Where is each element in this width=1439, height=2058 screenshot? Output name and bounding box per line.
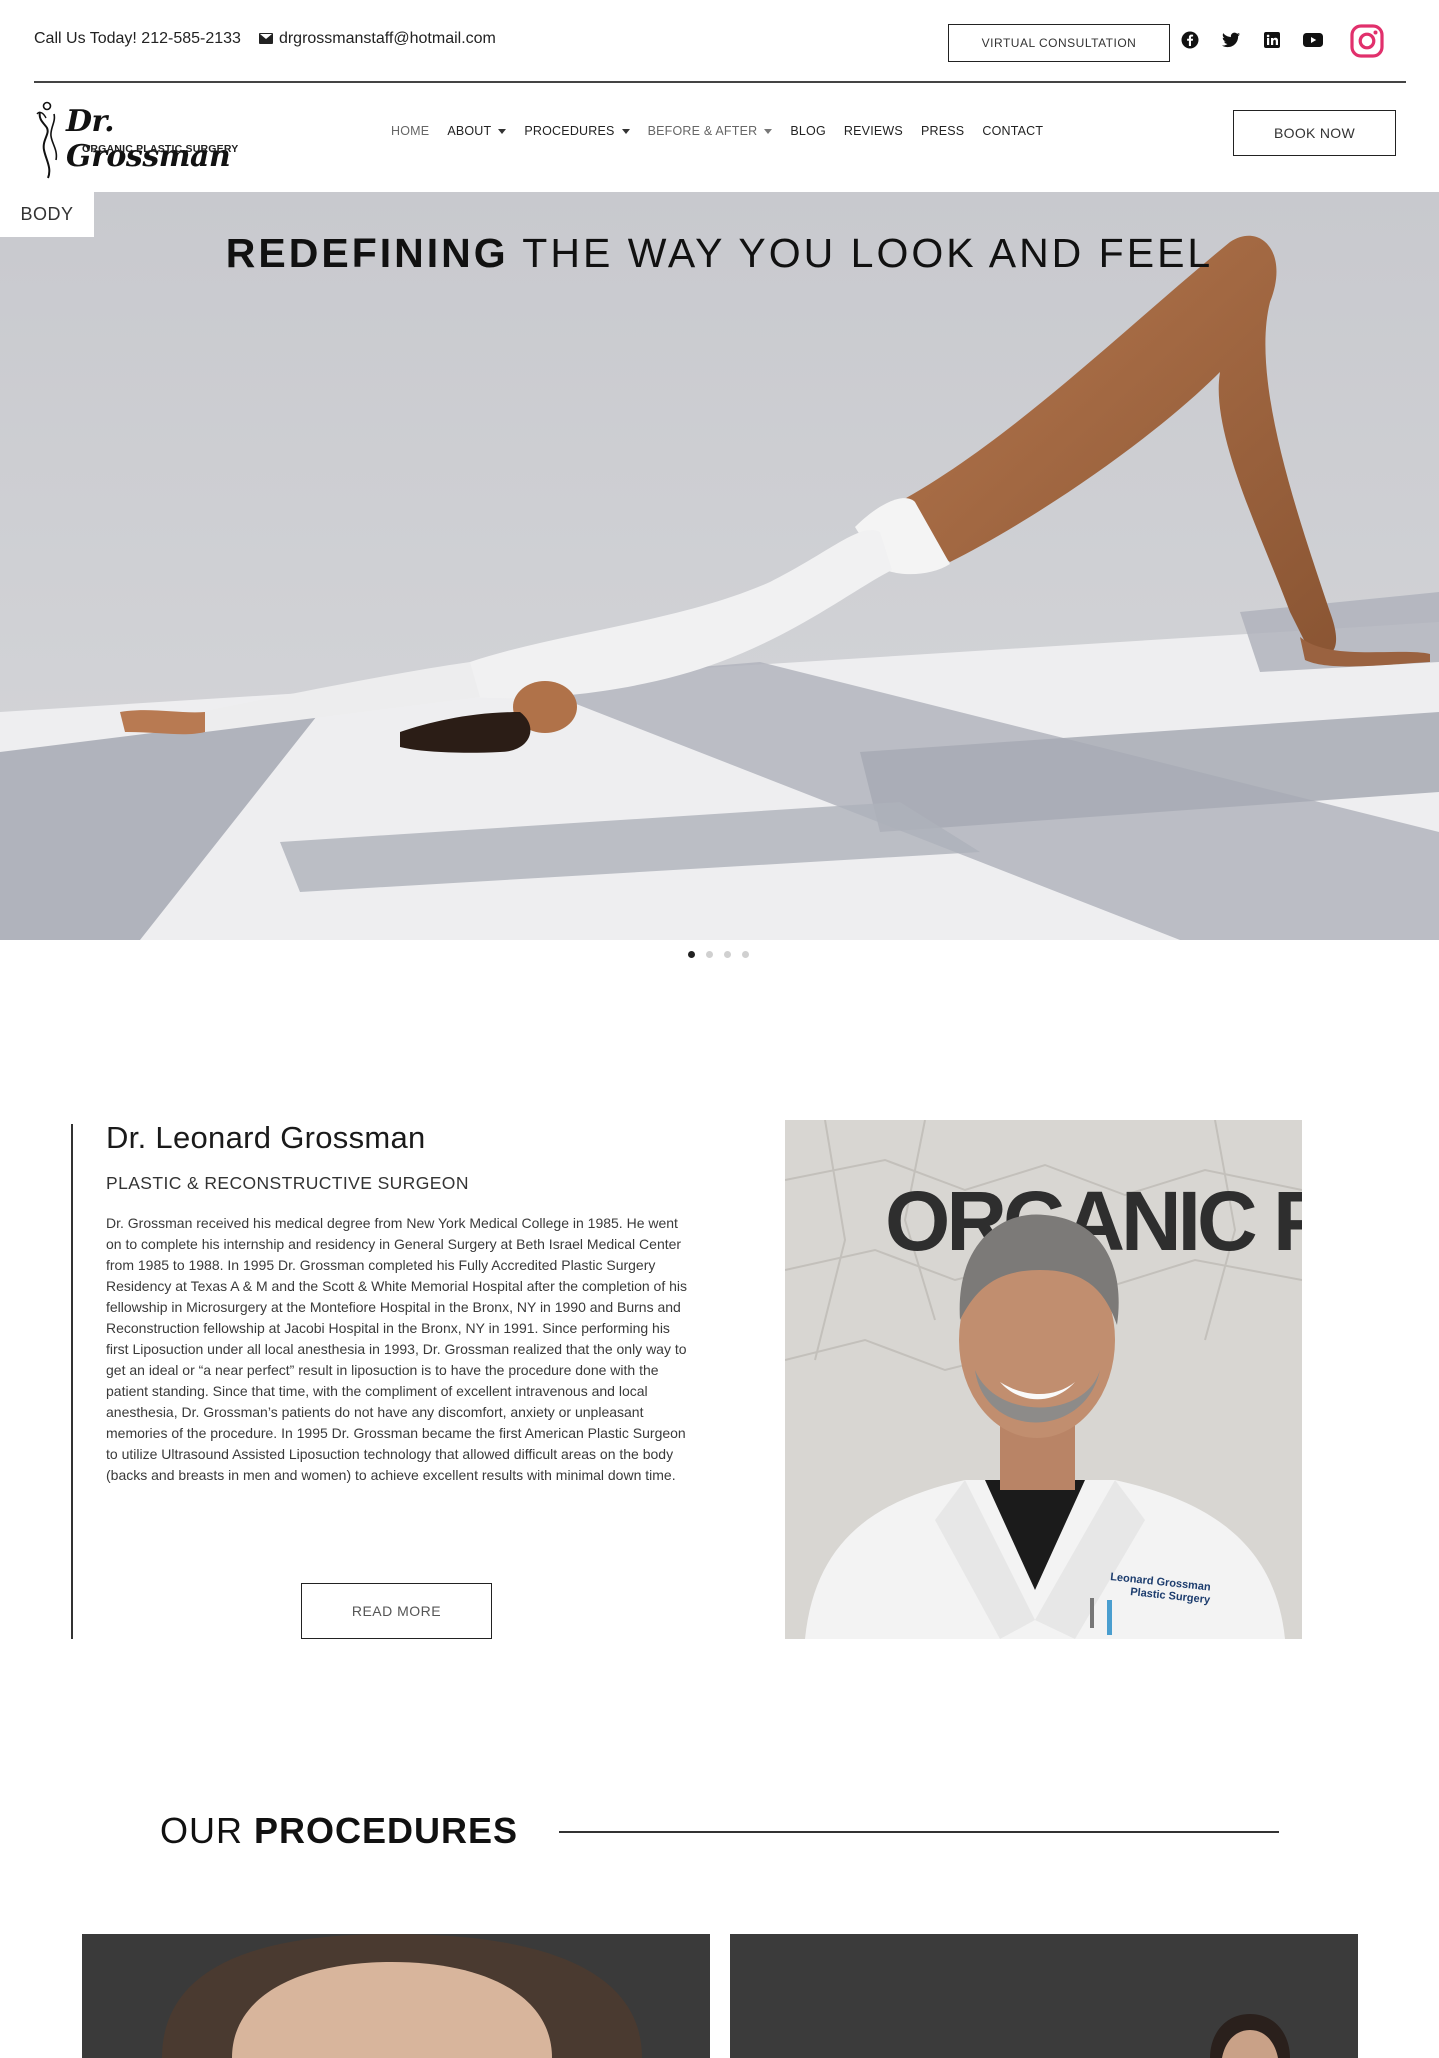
nav-about[interactable]: ABOUT	[447, 124, 507, 138]
nav-procedures[interactable]: PROCEDURES	[524, 124, 630, 138]
slider-dots	[688, 951, 749, 958]
main-nav: HOME ABOUT PROCEDURES BEFORE & AFTER BLO…	[391, 124, 1061, 138]
hero-image	[0, 192, 1439, 940]
nav-contact[interactable]: CONTACT	[982, 124, 1043, 138]
slider-dot[interactable]	[742, 951, 749, 958]
phone-link[interactable]: Call Us Today! 212-585-2133	[34, 30, 241, 48]
procedure-card[interactable]	[730, 1934, 1358, 2058]
nav-home[interactable]: HOME	[391, 124, 429, 138]
nav-procedures-label: PROCEDURES	[524, 124, 615, 138]
top-bar: Call Us Today! 212-585-2133 drgrossmanst…	[0, 0, 1439, 83]
doctor-role: PLASTIC & RECONSTRUCTIVE SURGEON	[106, 1173, 469, 1193]
hero-slider[interactable]: REDEFINING THE WAY YOU LOOK AND FEEL	[0, 192, 1439, 940]
figure-logo-icon	[36, 101, 58, 179]
nav-blog-label: BLOG	[790, 124, 826, 138]
doctor-photo: ORGANIC PLA Leonard Grossman Plastic Sur…	[785, 1120, 1302, 1639]
hero-title-bold: REDEFINING	[225, 230, 509, 276]
virtual-consultation-button[interactable]: VIRTUAL CONSULTATION	[948, 24, 1170, 62]
envelope-icon	[258, 33, 273, 45]
instagram-icon[interactable]	[1350, 24, 1384, 58]
hero-title: REDEFINING THE WAY YOU LOOK AND FEEL	[0, 230, 1439, 277]
main-header: Dr. Grossman ORGANIC PLASTIC SURGERY HOM…	[0, 82, 1439, 192]
nav-home-label: HOME	[391, 124, 430, 138]
nav-before-after[interactable]: BEFORE & AFTER	[648, 124, 773, 138]
book-now-button[interactable]: BOOK NOW	[1233, 110, 1396, 156]
bio-divider	[71, 1124, 73, 1639]
nav-reviews-label: REVIEWS	[843, 124, 903, 138]
doctor-name: Dr. Leonard Grossman	[106, 1120, 426, 1155]
procedure-image	[82, 1934, 710, 2058]
nav-reviews[interactable]: REVIEWS	[844, 124, 903, 138]
nav-blog[interactable]: BLOG	[790, 124, 826, 138]
logo-subtitle: ORGANIC PLASTIC SURGERY	[82, 143, 239, 155]
facebook-icon[interactable]	[1178, 28, 1202, 52]
nav-press[interactable]: PRESS	[921, 124, 964, 138]
contact-info: Call Us Today! 212-585-2133 drgrossmanst…	[34, 30, 496, 48]
nav-press-label: PRESS	[920, 124, 965, 138]
twitter-icon[interactable]	[1219, 28, 1243, 52]
linkedin-icon[interactable]	[1260, 28, 1284, 52]
slider-dot[interactable]	[706, 951, 713, 958]
procedures-divider	[559, 1831, 1279, 1833]
hero-title-rest: THE WAY YOU LOOK AND FEEL	[522, 230, 1214, 276]
email-link[interactable]: drgrossmanstaff@hotmail.com	[258, 30, 496, 48]
procedures-heading-light: OUR	[160, 1810, 243, 1851]
chevron-down-icon	[764, 128, 773, 134]
procedure-card[interactable]	[82, 1934, 710, 2058]
doctor-bio: Dr. Grossman received his medical degree…	[106, 1215, 688, 1483]
nav-about-label: ABOUT	[447, 124, 492, 138]
procedures-heading: OUR PROCEDURES	[160, 1810, 518, 1852]
chevron-down-icon	[498, 128, 507, 134]
site-logo[interactable]: Dr. Grossman ORGANIC PLASTIC SURGERY	[36, 100, 246, 182]
nav-contact-label: CONTACT	[982, 124, 1044, 138]
procedure-image	[730, 1934, 1358, 2058]
read-more-button[interactable]: READ MORE	[301, 1583, 492, 1639]
social-links	[1178, 28, 1325, 52]
slider-dot[interactable]	[724, 951, 731, 958]
slider-dot[interactable]	[688, 951, 695, 958]
youtube-icon[interactable]	[1301, 28, 1325, 52]
nav-before-after-label: BEFORE & AFTER	[647, 124, 758, 138]
chevron-down-icon	[621, 128, 630, 134]
logo-script-text: Dr. Grossman	[66, 104, 231, 174]
hero-category-tag[interactable]: BODY	[0, 192, 94, 237]
procedures-heading-bold: PROCEDURES	[254, 1810, 519, 1851]
email-text: drgrossmanstaff@hotmail.com	[278, 30, 496, 47]
